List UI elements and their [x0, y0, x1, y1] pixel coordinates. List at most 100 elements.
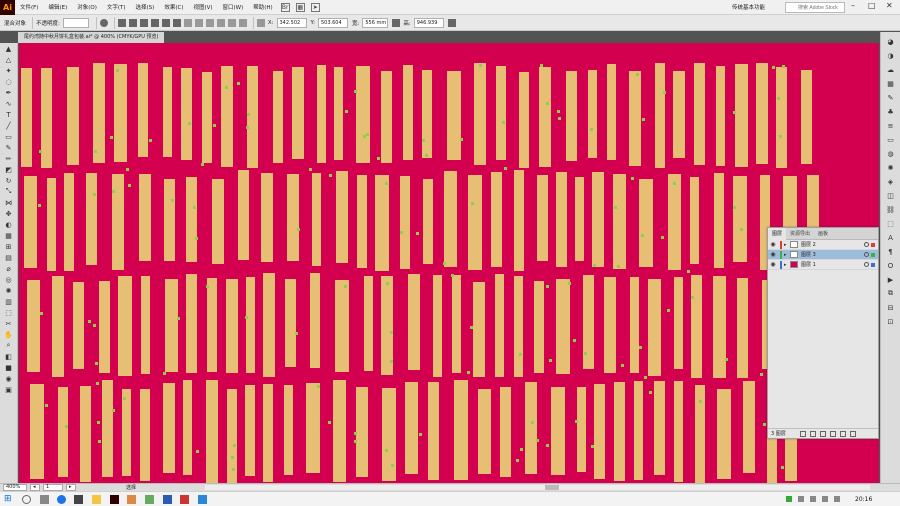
speck-shape[interactable] — [520, 448, 523, 451]
align-bottom-icon[interactable] — [172, 18, 181, 27]
app-icon[interactable] — [180, 495, 189, 504]
stripe-shape[interactable] — [594, 384, 605, 479]
speck-shape[interactable] — [354, 440, 357, 443]
stripe-shape[interactable] — [422, 70, 432, 158]
menu-edit[interactable]: 编辑(E) — [43, 3, 72, 11]
send-icon[interactable]: ➤ — [310, 2, 320, 12]
stripe-shape[interactable] — [690, 177, 699, 264]
speck-shape[interactable] — [644, 376, 647, 379]
stripe-shape[interactable] — [495, 274, 504, 377]
layer-row[interactable]: ◉ ▸ 图层 1 — [768, 260, 878, 270]
speck-shape[interactable] — [65, 425, 68, 428]
stripe-shape[interactable] — [27, 280, 40, 372]
stripe-shape[interactable] — [474, 63, 486, 165]
stripe-shape[interactable] — [614, 382, 625, 481]
speck-shape[interactable] — [95, 362, 98, 365]
workspace-switcher[interactable]: 传统基本功能 — [732, 3, 765, 11]
speck-shape[interactable] — [614, 206, 617, 209]
speck-shape[interactable] — [504, 167, 507, 170]
stripe-shape[interactable] — [776, 67, 787, 168]
color-mode-icon[interactable]: ■ — [4, 363, 14, 372]
stripe-shape[interactable] — [261, 173, 273, 262]
speck-shape[interactable] — [519, 353, 522, 356]
speck-shape[interactable] — [385, 449, 388, 452]
stripe-shape[interactable] — [263, 384, 273, 482]
align-top-icon[interactable] — [150, 18, 159, 27]
speck-shape[interactable] — [295, 332, 298, 335]
speck-shape[interactable] — [760, 373, 763, 376]
actions-icon[interactable]: ▶ — [885, 275, 897, 284]
appearance-icon[interactable]: ✺ — [885, 163, 897, 172]
speck-shape[interactable] — [193, 206, 196, 209]
stripe-shape[interactable] — [592, 172, 604, 267]
stripe-shape[interactable] — [519, 72, 529, 168]
stripe-shape[interactable] — [381, 71, 392, 163]
speck-shape[interactable] — [196, 450, 199, 453]
symbols-icon[interactable]: ♣ — [885, 107, 897, 116]
stripe-shape[interactable] — [238, 170, 249, 260]
stripe-shape[interactable] — [514, 276, 523, 377]
selection-indicator[interactable] — [871, 252, 875, 257]
search-icon[interactable] — [22, 495, 31, 504]
mesh-tool-icon[interactable]: ⊞ — [4, 242, 14, 251]
stripe-shape[interactable] — [93, 63, 105, 163]
app-icon[interactable] — [145, 495, 154, 504]
speck-shape[interactable] — [419, 433, 422, 436]
stripe-shape[interactable] — [364, 276, 373, 371]
brushes-icon[interactable]: ✎ — [885, 93, 897, 102]
stripe-shape[interactable] — [691, 275, 702, 378]
speck-shape[interactable] — [584, 352, 587, 355]
target-circle-icon[interactable] — [864, 262, 869, 267]
layer-name[interactable]: 图层 1 — [801, 261, 864, 268]
speck-shape[interactable] — [631, 177, 634, 180]
menu-object[interactable]: 对象(O) — [72, 3, 102, 11]
selection-indicator[interactable] — [871, 262, 875, 267]
opacity-field[interactable] — [62, 17, 89, 28]
locate-object-icon[interactable] — [809, 430, 816, 437]
transform-menu-icon[interactable] — [447, 18, 456, 27]
stripe-shape[interactable] — [714, 173, 724, 268]
speck-shape[interactable] — [546, 102, 549, 105]
curvature-tool-icon[interactable]: ∿ — [4, 99, 14, 108]
stripe-shape[interactable] — [566, 71, 577, 161]
menu-view[interactable]: 视图(V) — [188, 3, 217, 11]
screen-mode-icon[interactable]: ▣ — [4, 385, 14, 394]
stripe-shape[interactable] — [433, 275, 442, 377]
network-icon[interactable] — [810, 496, 816, 502]
stripe-shape[interactable] — [648, 279, 661, 376]
stroke-icon[interactable]: ≡ — [885, 121, 897, 130]
stripe-shape[interactable] — [514, 170, 524, 271]
visibility-eye-icon[interactable]: ◉ — [768, 251, 778, 258]
horizontal-scrollbar[interactable] — [205, 485, 870, 490]
speck-shape[interactable] — [45, 404, 48, 407]
bridge-icon[interactable]: Br — [280, 2, 290, 12]
stripe-shape[interactable] — [629, 71, 641, 166]
stripe-shape[interactable] — [500, 387, 511, 477]
speck-shape[interactable] — [126, 168, 129, 171]
symbol-sprayer-tool-icon[interactable]: ✺ — [4, 286, 14, 295]
layer-name[interactable]: 图层 3 — [801, 251, 864, 258]
minimize-icon[interactable]: – — [851, 1, 855, 10]
speck-shape[interactable] — [112, 190, 115, 193]
transparency-icon[interactable]: ◍ — [885, 149, 897, 158]
stripe-shape[interactable] — [735, 64, 748, 167]
stripe-shape[interactable] — [801, 70, 812, 164]
speck-shape[interactable] — [177, 317, 180, 320]
stripe-shape[interactable] — [52, 276, 64, 377]
stripe-shape[interactable] — [73, 282, 84, 369]
gradient-tool-icon[interactable]: ▤ — [4, 253, 14, 262]
speck-shape[interactable] — [740, 228, 743, 231]
stripe-shape[interactable] — [221, 66, 233, 167]
stripe-shape[interactable] — [577, 387, 586, 472]
speck-shape[interactable] — [460, 138, 463, 141]
task-view-icon[interactable] — [40, 495, 49, 504]
speck-shape[interactable] — [329, 174, 332, 177]
recolor-icon[interactable] — [99, 18, 108, 27]
stripe-shape[interactable] — [673, 71, 685, 158]
artboard-number-field[interactable]: 1 — [43, 484, 63, 491]
speck-shape[interactable] — [116, 69, 119, 72]
speck-shape[interactable] — [328, 421, 331, 424]
speck-shape[interactable] — [516, 459, 519, 462]
word-icon[interactable] — [198, 495, 207, 504]
stripe-shape[interactable] — [408, 274, 420, 370]
